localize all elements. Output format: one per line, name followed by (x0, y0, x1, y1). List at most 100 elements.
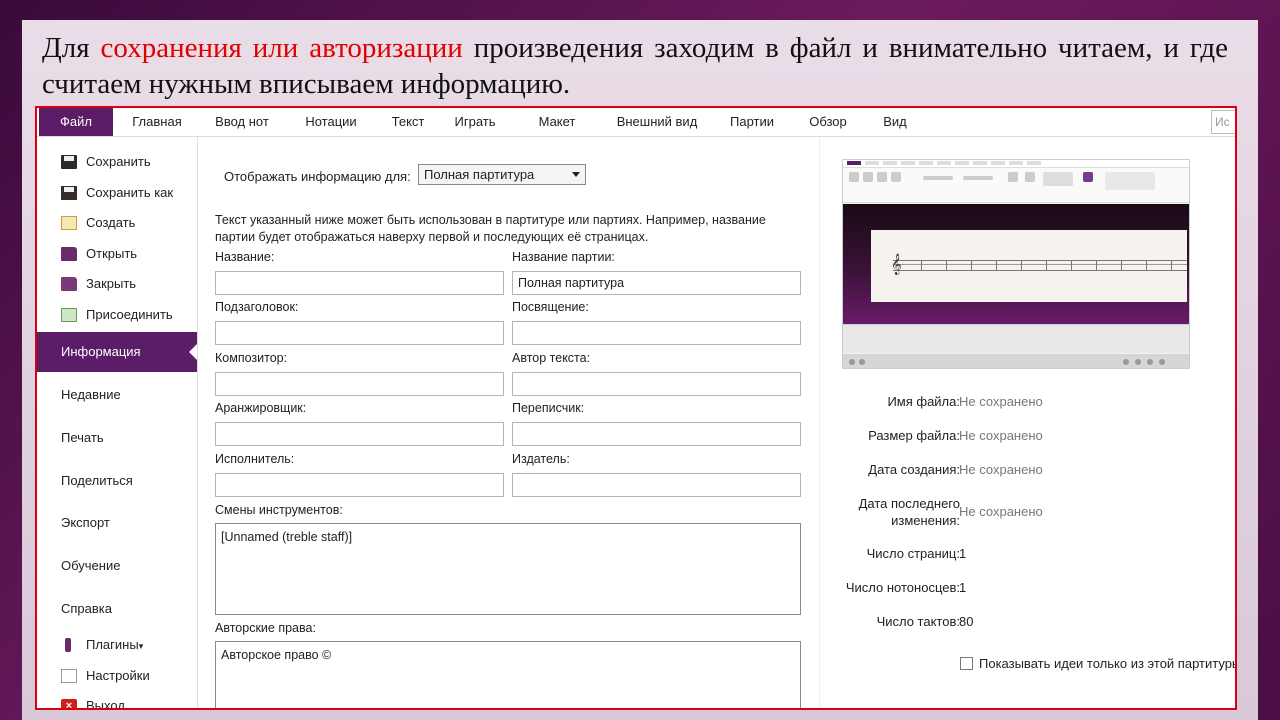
ideas-only-label: Показывать идеи только из этой партитуры (979, 656, 1237, 671)
thumbnail-staff (893, 260, 1187, 271)
modified-date-label-line1: Дата последнего (858, 496, 960, 511)
sidebar-item-print[interactable]: Печать (37, 424, 197, 452)
display-for-select[interactable]: Полная партитура (418, 164, 586, 185)
arranger-field[interactable] (215, 422, 504, 446)
search-input[interactable]: Ис (1211, 110, 1235, 134)
subtitle-field[interactable] (215, 321, 504, 345)
info-description: Текст указанный ниже может быть использо… (215, 213, 766, 244)
sidebar-item-learn[interactable]: Обучение (37, 552, 197, 580)
sidebar-item-help[interactable]: Справка (37, 595, 197, 623)
copyist-field[interactable] (512, 422, 801, 446)
sidebar-item-label: Сохранить как (86, 185, 174, 200)
subtitle-label: Подзаголовок: (215, 300, 299, 314)
created-date-value: Не сохранено (959, 462, 1043, 477)
ideas-only-checkbox[interactable] (960, 657, 973, 670)
tab-layout[interactable]: Макет (517, 108, 597, 136)
sidebar-item-label: Присоединить (86, 307, 173, 322)
staff-count-value: 1 (959, 580, 967, 595)
file-size-value: Не сохранено (959, 428, 1043, 443)
instrument-changes-label: Смены инструментов: (215, 503, 343, 517)
artist-field[interactable] (215, 473, 504, 497)
thumbnail-statusbar (843, 354, 1189, 368)
save-icon (61, 155, 77, 169)
page-count-value: 1 (959, 546, 967, 561)
thumbnail-paper: 𝄞 (871, 230, 1187, 302)
close-folder-icon (61, 277, 77, 291)
display-for-value: Полная партитура (424, 167, 535, 182)
tab-home[interactable]: Главная (121, 108, 193, 136)
sidebar-item-share[interactable]: Поделиться (37, 467, 197, 495)
sidebar-item-label: Настройки (86, 668, 150, 683)
tab-review[interactable]: Обзор (797, 108, 859, 136)
tab-note-input[interactable]: Ввод нот (205, 108, 279, 136)
sidebar-item-save[interactable]: Сохранить (37, 148, 197, 176)
plugins-label: Плагины (86, 637, 139, 652)
caption-highlight: сохранения или авторизации (100, 32, 463, 64)
tab-file[interactable]: Файл (39, 108, 113, 136)
copyright-field[interactable]: Авторское право © (215, 641, 801, 708)
sidebar-item-plugins[interactable]: Плагины▾ (37, 631, 197, 659)
thumbnail-tabs (843, 160, 1189, 168)
tab-view[interactable]: Вид (871, 108, 919, 136)
composer-label: Композитор: (215, 351, 288, 365)
thumbnail-score-view: 𝄞 (843, 204, 1189, 324)
exit-icon: × (61, 699, 77, 708)
tab-text[interactable]: Текст (383, 108, 433, 136)
modified-date-label-line2: изменения: (891, 513, 960, 528)
sidebar-item-save-as[interactable]: Сохранить как (37, 179, 197, 207)
sidebar-item-label: Недавние (61, 387, 121, 402)
thumbnail-ribbon (843, 168, 1189, 203)
sidebar-item-label: Открыть (86, 246, 138, 261)
title-field[interactable] (215, 271, 504, 295)
thumbnail-timeline (843, 324, 1189, 353)
file-properties-panel: 𝄞 Имя файла: Не сохранено Размер файла: … (819, 137, 1237, 708)
sidebar-item-label: Поделиться (61, 473, 133, 488)
publisher-field[interactable] (512, 473, 801, 497)
sidebar-item-label: Информация (61, 344, 141, 359)
slide-caption: Для сохранения или авторизации произведе… (42, 30, 1228, 102)
lyricist-field[interactable] (512, 372, 801, 396)
sidebar-item-label: Сохранить (86, 154, 151, 169)
file-name-label: Имя файла: (887, 394, 960, 409)
file-name-value: Не сохранено (959, 394, 1043, 409)
plugin-icon (65, 638, 71, 652)
sidebar-item-recent[interactable]: Недавние (37, 381, 197, 409)
backstage-sidebar: Сохранить Сохранить как Создать Открыть … (37, 137, 198, 708)
sidebar-item-new[interactable]: Создать (37, 209, 197, 237)
sidebar-item-info[interactable]: Информация (37, 332, 197, 372)
caption-text-start: Для (42, 32, 101, 64)
dedication-field[interactable] (512, 321, 801, 345)
sidebar-item-label: Создать (86, 215, 136, 230)
save-as-icon (61, 186, 77, 200)
info-panel: Отображать информацию для: Полная партит… (198, 137, 818, 708)
tab-notations[interactable]: Нотации (291, 108, 371, 136)
modified-date-value: Не сохранено (959, 504, 1043, 519)
composer-field[interactable] (215, 372, 504, 396)
sidebar-item-label: Справка (61, 601, 112, 616)
sidebar-item-exit[interactable]: × Выход (37, 692, 197, 708)
settings-icon (61, 669, 77, 683)
title-label: Название: (215, 250, 275, 264)
sidebar-item-export[interactable]: Экспорт (37, 509, 197, 537)
staff-count-label: Число нотоносцев: (845, 580, 960, 595)
instrument-changes-field[interactable]: [Unnamed (treble staff)] (215, 523, 801, 615)
sidebar-item-close[interactable]: Закрыть (37, 270, 197, 298)
part-name-label: Название партии: (512, 250, 615, 264)
sidebar-item-settings[interactable]: Настройки (37, 662, 197, 690)
score-thumbnail: 𝄞 (842, 159, 1190, 369)
sidebar-item-label: Экспорт (61, 515, 110, 530)
sidebar-item-label: Печать (61, 430, 104, 445)
new-file-icon (61, 216, 77, 230)
dedication-label: Посвящение: (512, 300, 589, 314)
tab-appearance[interactable]: Внешний вид (602, 108, 712, 136)
ribbon-tabs: Файл Главная Ввод нот Нотации Текст Игра… (37, 108, 1235, 137)
sibelius-window: Файл Главная Ввод нот Нотации Текст Игра… (35, 106, 1237, 710)
lyricist-label: Автор текста: (512, 351, 591, 365)
tab-play[interactable]: Играть (445, 108, 505, 136)
open-folder-icon (61, 247, 77, 261)
bar-count-label: Число тактов: (876, 614, 960, 629)
sidebar-item-append[interactable]: Присоединить (37, 301, 197, 329)
tab-parts[interactable]: Партии (717, 108, 787, 136)
sidebar-item-open[interactable]: Открыть (37, 240, 197, 268)
part-name-field[interactable]: Полная партитура (512, 271, 801, 295)
